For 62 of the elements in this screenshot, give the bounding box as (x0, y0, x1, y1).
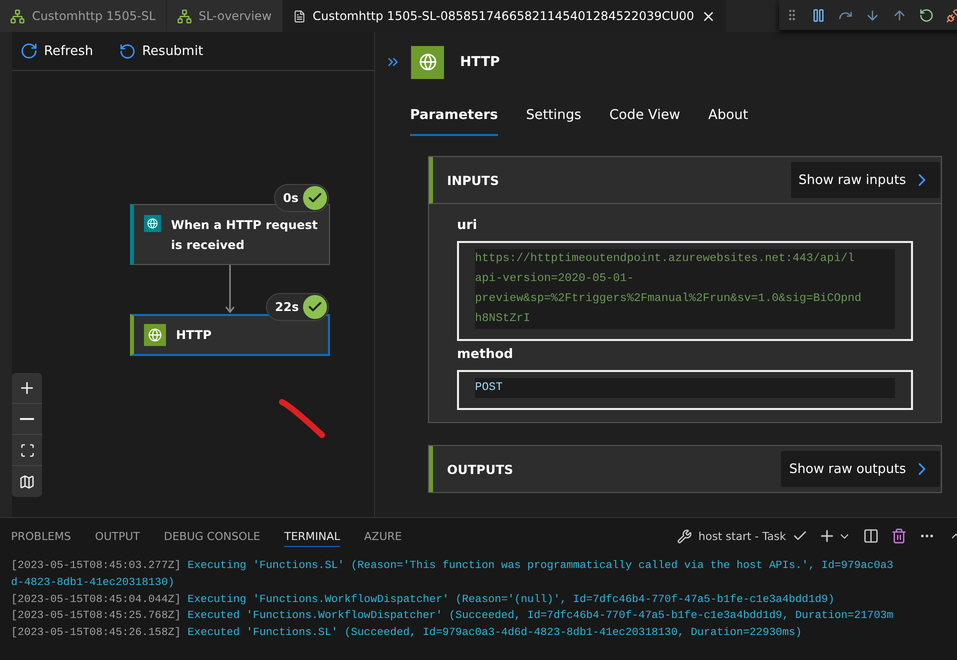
document-icon (292, 10, 306, 22)
editor-tab[interactable]: Customhttp 1505-SL (0, 0, 167, 32)
log-message: Executing 'Functions.SL' (Reason='This function was programmatically called via the host APIs.', Id=979ac0a3 (187, 560, 894, 572)
wrench-icon (677, 528, 692, 544)
workflow-icon (10, 8, 25, 24)
tab-label: Customhttp 1505-SL-08585174665821145401284522039CU00 (312, 9, 694, 23)
editor-tab[interactable]: SL-overview (166, 0, 283, 32)
globe-icon (144, 324, 166, 346)
workflow-node[interactable]: HTTP (130, 314, 330, 356)
log-timestamp: [2023-05-15T08:45:04.044Z] (11, 594, 181, 606)
workflow-icon (176, 8, 192, 24)
panel-tab[interactable]: Code View (609, 104, 680, 136)
log-message: Executing 'Functions.WorkflowDispatcher' (Reason='(null)', Id=7dfc46b4-770f-47a5-b1fe-c1e3a4bdd1d9) (187, 594, 834, 606)
log-timestamp: [2023-05-15T08:45:25.768Z] (11, 610, 181, 622)
task-name[interactable]: host start - Task (698, 530, 786, 542)
disconnect-icon[interactable] (946, 8, 957, 22)
panel-tab[interactable]: PROBLEMS (11, 526, 72, 546)
panel-tab[interactable]: Parameters (410, 104, 498, 136)
minus-icon (20, 418, 34, 420)
duration-text: 0s (283, 191, 298, 205)
panel-tab[interactable]: DEBUG CONSOLE (164, 526, 260, 546)
refresh-icon (20, 42, 38, 60)
plus-icon (18, 379, 36, 397)
section-heading: OUTPUTS (447, 462, 514, 476)
field-label: method (457, 347, 514, 362)
editor-tab[interactable]: Customhttp 1505-SL-08585174665821145401284522039CU00 (282, 0, 728, 32)
globe-icon (411, 46, 444, 78)
pause-icon[interactable] (811, 8, 826, 22)
refresh-button[interactable]: Refresh (18, 40, 96, 62)
split-icon[interactable] (863, 528, 879, 544)
show-raw-button[interactable]: Show raw inputs (790, 162, 940, 198)
section-heading: INPUTS (447, 172, 499, 188)
tab-label: SL-overview (198, 9, 272, 23)
globe-icon (144, 215, 161, 232)
fit-view-icon (20, 442, 34, 458)
panel-tab[interactable]: Settings (526, 104, 582, 136)
panel-tab[interactable]: OUTPUT (95, 526, 140, 546)
panel-tab[interactable]: AZURE (364, 526, 402, 546)
tab-label: Customhttp 1505-SL (32, 9, 156, 23)
panel-tab[interactable]: About (708, 104, 748, 136)
node-title: HTTP (176, 327, 212, 344)
log-message: d-4823-8db1-41ec20318130) (11, 576, 174, 589)
log-timestamp: [2023-05-15T08:45:03.277Z] (11, 560, 181, 572)
connector-arrow (225, 265, 235, 314)
log-timestamp: [2023-05-15T08:45:26.158Z] (11, 627, 181, 640)
step-out-icon[interactable] (892, 8, 907, 22)
step-into-icon[interactable] (865, 8, 880, 22)
trash-icon[interactable] (891, 528, 907, 544)
workflow-node[interactable]: When a HTTP request is received (130, 204, 330, 265)
log-message: Executed 'Functions.SL' (Succeeded, Id=979ac0a3-4d6d-4823-8db1-41ec20318130, Duration=22930ms) (187, 627, 802, 640)
resubmit-button[interactable]: Resubmit (117, 40, 206, 62)
log-message: Executed 'Functions.WorkflowDispatcher' (Succeeded, Id=7dfc46b4-770f-47a5-b1fe-c1e3a4bdd1d9, Duration=21703m (187, 610, 894, 622)
map-icon (19, 474, 35, 490)
field-label: uri (457, 218, 478, 233)
panel-title: HTTP (460, 54, 500, 70)
duration-text: 22s (275, 300, 299, 314)
new-terminal-icon[interactable] (818, 527, 836, 545)
panel-tab[interactable]: TERMINAL (284, 526, 340, 546)
restart-icon[interactable] (919, 8, 934, 22)
resubmit-icon (119, 42, 136, 60)
show-raw-button[interactable]: Show raw outputs (781, 451, 940, 487)
node-title: When a HTTP request is received (171, 216, 319, 254)
